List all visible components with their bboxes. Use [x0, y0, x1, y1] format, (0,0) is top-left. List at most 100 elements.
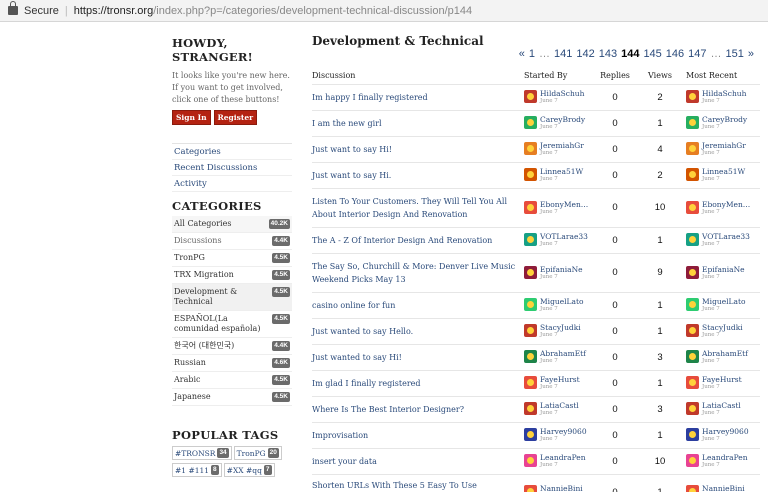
category-item[interactable]: TronPG 4.5K: [172, 250, 292, 267]
author-name[interactable]: MiguelLato: [540, 297, 584, 306]
discussion-title[interactable]: Improvisation: [312, 421, 524, 448]
avatar[interactable]: [686, 233, 699, 246]
author-name[interactable]: EbonyMen…: [540, 200, 588, 209]
discussion-title[interactable]: Shorten URLs With These 5 Easy To Use Wo…: [312, 473, 524, 492]
discussion-title[interactable]: Just want to say Hi!: [312, 135, 524, 162]
avatar[interactable]: [524, 324, 537, 337]
last-poster-name[interactable]: VOTLarae33: [702, 232, 750, 241]
avatar[interactable]: [686, 376, 699, 389]
table-row[interactable]: Just wanted to say Hello. StacyJudki June …: [312, 317, 760, 344]
last-poster-name[interactable]: CareyBrody: [702, 115, 747, 124]
category-item[interactable]: All Categories 40.2K: [172, 216, 292, 233]
table-row[interactable]: Just want to say Hi! JeremiahGr June 7 0 4 Je…: [312, 135, 760, 162]
last-poster-name[interactable]: Linnea51W: [702, 167, 745, 176]
pager-prev[interactable]: «: [519, 48, 525, 60]
avatar[interactable]: [686, 324, 699, 337]
category-item[interactable]: Russian 4.6K: [172, 355, 292, 372]
avatar[interactable]: [524, 90, 537, 103]
author-name[interactable]: VOTLarae33: [540, 232, 588, 241]
avatar[interactable]: [686, 116, 699, 129]
avatar[interactable]: [524, 200, 537, 214]
avatar[interactable]: [524, 485, 537, 492]
discussion-title[interactable]: Just want to say Hi.: [312, 161, 524, 188]
pager-page-142[interactable]: 142: [576, 48, 594, 60]
table-row[interactable]: Just want to say Hi. Linnea51W June 7 0 2 Lin…: [312, 161, 760, 188]
discussion-title[interactable]: I am the new girl: [312, 109, 524, 136]
author-name[interactable]: EpifaniaNe: [540, 265, 583, 274]
last-poster-name[interactable]: StacyJudki: [702, 323, 743, 332]
category-item[interactable]: Japanese 4.5K: [172, 389, 292, 406]
table-row[interactable]: Where Is The Best Interior Designer? Lati…: [312, 395, 760, 422]
discussion-title[interactable]: Im happy I finally registered: [312, 83, 524, 110]
avatar[interactable]: [524, 428, 537, 441]
register-button[interactable]: Register: [213, 110, 258, 125]
author-name[interactable]: LatiaCastl: [540, 401, 579, 410]
avatar[interactable]: [524, 265, 537, 279]
category-item[interactable]: Discussions 4.4K: [172, 233, 292, 250]
table-row[interactable]: I am the new girl CareyBrody June 7 0 1 Carey…: [312, 109, 760, 136]
nav-recent-discussions[interactable]: Recent Discussions: [172, 160, 292, 176]
discussion-title[interactable]: The Say So, Churchill & More: Denver Liv…: [312, 252, 524, 292]
sign-in-button[interactable]: Sign In: [172, 110, 211, 125]
author-name[interactable]: CareyBrody: [540, 115, 585, 124]
pager-page-143[interactable]: 143: [599, 48, 617, 60]
category-item[interactable]: Arabic 4.5K: [172, 372, 292, 389]
pager-page-141[interactable]: 141: [554, 48, 572, 60]
last-poster-name[interactable]: NannieBini: [702, 484, 745, 492]
avatar[interactable]: [524, 298, 537, 311]
table-row[interactable]: Just wanted to say Hi! AbrahamEtf June 703…: [312, 343, 760, 370]
pager-page-145[interactable]: 145: [643, 48, 661, 60]
avatar[interactable]: [686, 402, 699, 415]
category-item[interactable]: ESPAÑOL(La comunidad española) 4.5K: [172, 311, 292, 338]
table-row[interactable]: Listen To Your Customers. They Will Tell…: [312, 187, 760, 227]
last-poster-name[interactable]: MiguelLato: [702, 297, 746, 306]
avatar[interactable]: [524, 350, 537, 363]
avatar[interactable]: [686, 265, 699, 279]
author-name[interactable]: FayeHurst: [540, 375, 580, 384]
discussion-title[interactable]: Just wanted to say Hi!: [312, 343, 524, 370]
discussion-title[interactable]: Im glad I finally registered: [312, 369, 524, 396]
avatar[interactable]: [524, 116, 537, 129]
category-item[interactable]: TRX Migration 4.5K: [172, 267, 292, 284]
tag-item[interactable]: #XX #qq 7: [223, 463, 275, 477]
last-poster-name[interactable]: JeremiahGr: [702, 141, 746, 150]
avatar[interactable]: [686, 200, 699, 214]
last-poster-name[interactable]: AbrahamEtf: [702, 349, 748, 358]
author-name[interactable]: Linnea51W: [540, 167, 583, 176]
last-poster-name[interactable]: EpifaniaNe: [702, 265, 745, 274]
table-row[interactable]: The Say So, Churchill & More: Denver Liv…: [312, 252, 760, 292]
last-poster-name[interactable]: EbonyMen…: [702, 200, 750, 209]
last-poster-name[interactable]: LeandraPen: [702, 453, 748, 462]
pager-next[interactable]: »: [748, 48, 754, 60]
discussion-title[interactable]: Just wanted to say Hello.: [312, 317, 524, 344]
avatar[interactable]: [686, 142, 699, 155]
avatar[interactable]: [524, 233, 537, 246]
table-row[interactable]: Shorten URLs With These 5 Easy To Use Wo…: [312, 473, 760, 492]
avatar[interactable]: [686, 454, 699, 467]
tag-item[interactable]: #1 #111 8: [172, 463, 222, 477]
pager-page-146[interactable]: 146: [666, 48, 684, 60]
table-row[interactable]: Im happy I finally registered HildaSchuh J…: [312, 83, 760, 110]
table-row[interactable]: casino online for fun MiguelLato June 701M…: [312, 291, 760, 318]
author-name[interactable]: LeandraPen: [540, 453, 586, 462]
avatar[interactable]: [686, 298, 699, 311]
last-poster-name[interactable]: FayeHurst: [702, 375, 742, 384]
table-row[interactable]: Improvisation Harvey9060 June 7 0 1 Harvey906…: [312, 421, 760, 448]
tag-item[interactable]: #TRONSR 34: [172, 446, 232, 460]
table-row[interactable]: The A - Z Of Interior Design And Renovat…: [312, 226, 760, 253]
last-poster-name[interactable]: Harvey9060: [702, 427, 749, 436]
author-name[interactable]: AbrahamEtf: [540, 349, 586, 358]
tag-item[interactable]: TronPG 20: [233, 446, 282, 460]
avatar[interactable]: [686, 428, 699, 441]
pager-page-147[interactable]: 147: [688, 48, 706, 60]
table-row[interactable]: insert your data LeandraPen June 7 0 10 Leand…: [312, 447, 760, 474]
discussion-title[interactable]: insert your data: [312, 447, 524, 474]
nav-activity[interactable]: Activity: [172, 176, 292, 192]
author-name[interactable]: StacyJudki: [540, 323, 581, 332]
browser-address-bar[interactable]: Secure | https://tronsr.org/index.php?p=…: [0, 0, 768, 22]
avatar[interactable]: [524, 402, 537, 415]
author-name[interactable]: JeremiahGr: [540, 141, 584, 150]
avatar[interactable]: [686, 350, 699, 363]
table-row[interactable]: Im glad I finally registered FayeHurst Jun…: [312, 369, 760, 396]
pager-page-151[interactable]: 151: [726, 48, 744, 60]
